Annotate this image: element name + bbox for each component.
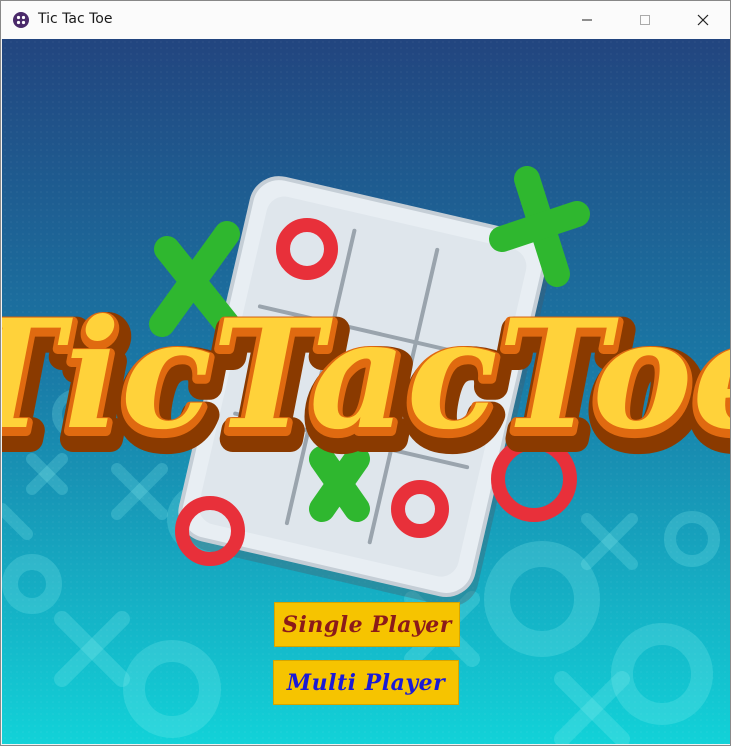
minimize-icon: [582, 19, 592, 21]
title-bar[interactable]: Tic Tac Toe: [1, 1, 730, 39]
multi-player-button[interactable]: Multi Player: [273, 660, 459, 705]
logo-text-highlight: TicTacToe: [2, 287, 730, 463]
close-icon: [697, 14, 709, 26]
multi-player-label: Multi Player: [286, 669, 446, 696]
single-player-label: Single Player: [282, 611, 452, 638]
minimize-button[interactable]: [564, 1, 610, 39]
app-window: Tic Tac Toe icTacTo icTacTo icTacTo Sing…: [0, 0, 731, 746]
close-button[interactable]: [680, 1, 726, 39]
game-menu-screen: TicTacToe TicTacToe TicTacToe Single Pla…: [2, 39, 730, 744]
app-icon: [13, 12, 29, 28]
single-player-button[interactable]: Single Player: [274, 602, 460, 647]
maximize-icon: [640, 15, 650, 25]
window-title: Tic Tac Toe: [38, 11, 113, 27]
maximize-button[interactable]: [622, 1, 668, 39]
